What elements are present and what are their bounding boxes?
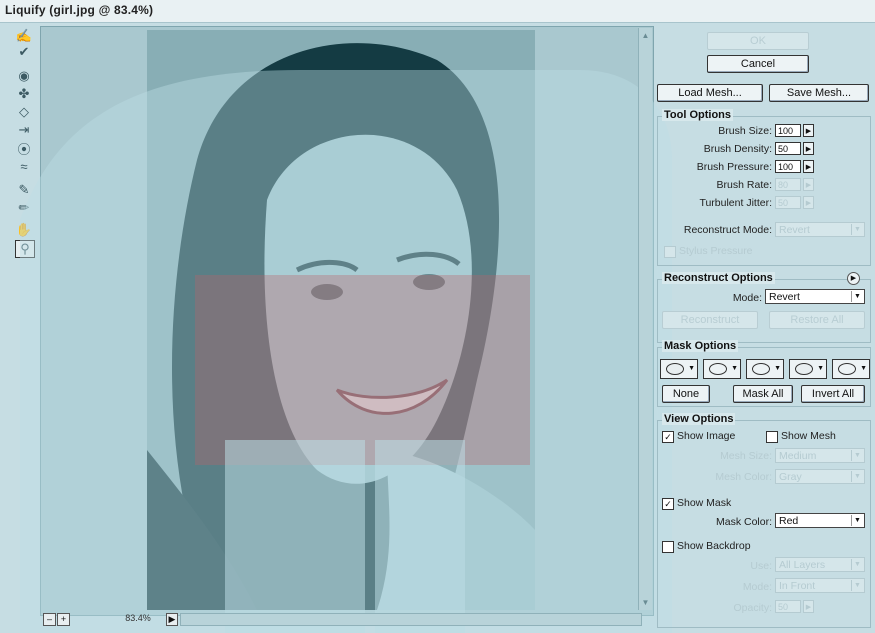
subtract-from-selection-button[interactable]: ▼: [746, 359, 784, 379]
show-backdrop-label: Show Backdrop: [677, 540, 751, 552]
view-options-title: View Options: [662, 413, 736, 425]
zoom-in-button[interactable]: +: [57, 613, 70, 626]
mesh-color-label: Mesh Color:: [715, 471, 772, 483]
use-label: Use:: [750, 560, 772, 572]
zoom-out-button[interactable]: –: [43, 613, 56, 626]
show-mask-label: Show Mask: [677, 497, 732, 509]
mask-color-select[interactable]: Red ▼: [775, 513, 865, 528]
mask-none-button[interactable]: None: [662, 385, 710, 403]
show-backdrop-checkbox[interactable]: [662, 541, 674, 553]
invert-all-button[interactable]: Invert All: [801, 385, 865, 403]
turbulent-jitter-label: Turbulent Jitter:: [699, 197, 772, 209]
brush-size-label: Brush Size:: [718, 125, 772, 137]
turbulent-jitter-field[interactable]: 50: [775, 196, 801, 209]
reconstruct-button[interactable]: Reconstruct: [662, 311, 758, 329]
brush-density-field[interactable]: 50: [775, 142, 801, 155]
chevron-down-icon: ▼: [851, 559, 863, 570]
brush-pressure-field[interactable]: 100: [775, 160, 801, 173]
reconstruct-options-menu-icon[interactable]: ▶: [847, 272, 860, 285]
cancel-button[interactable]: Cancel: [707, 55, 809, 73]
tool-options-group: [657, 116, 871, 266]
save-mesh-button[interactable]: Save Mesh...: [769, 84, 869, 102]
brush-rate-field[interactable]: 80: [775, 178, 801, 191]
backdrop-mode-select[interactable]: In Front ▼: [775, 578, 865, 593]
chevron-down-icon: ▼: [851, 450, 863, 461]
show-image-checkbox[interactable]: ✓: [662, 431, 674, 443]
options-panel: OK Cancel Load Mesh... Save Mesh... Tool…: [652, 24, 875, 633]
brush-density-slider-button[interactable]: ▶: [803, 142, 814, 155]
subtract-selection-icon: [752, 363, 770, 375]
chevron-down-icon: ▼: [851, 515, 863, 526]
invert-selection-icon: [838, 363, 856, 375]
mask-all-button[interactable]: Mask All: [733, 385, 793, 403]
reconstruct-mode-value: Revert: [779, 224, 810, 236]
chevron-down-icon: ▼: [851, 224, 863, 235]
load-mesh-button[interactable]: Load Mesh...: [657, 84, 763, 102]
use-value: All Layers: [779, 559, 826, 571]
arrow-icon: ▼: [860, 365, 867, 372]
scroll-down-icon[interactable]: ▼: [640, 597, 651, 608]
brush-density-label: Brush Density:: [703, 143, 772, 155]
mesh-color-select[interactable]: Gray ▼: [775, 469, 865, 484]
brush-size-field[interactable]: 100: [775, 124, 801, 137]
reconstruct-mode-options-label: Mode:: [732, 292, 762, 304]
arrow-icon: ▼: [774, 365, 781, 372]
opacity-field[interactable]: 50: [775, 600, 801, 613]
mesh-size-select[interactable]: Medium ▼: [775, 448, 865, 463]
mask-options-title: Mask Options: [662, 340, 739, 352]
zoom-level: 83.4%: [125, 613, 151, 623]
opacity-slider-button[interactable]: ▶: [803, 600, 814, 613]
replace-selection-icon: [666, 363, 684, 375]
replace-selection-button[interactable]: ▼: [660, 359, 698, 379]
reconstruct-options-mode-value: Revert: [769, 291, 800, 303]
arrow-icon: ▼: [817, 365, 824, 372]
show-mesh-checkbox[interactable]: [766, 431, 778, 443]
add-to-selection-button[interactable]: ▼: [703, 359, 741, 379]
turbulent-jitter-slider-button[interactable]: ▶: [803, 196, 814, 209]
stylus-pressure-label: Stylus Pressure: [679, 245, 753, 257]
ok-button[interactable]: OK: [707, 32, 809, 50]
mesh-size-label: Mesh Size:: [720, 450, 772, 462]
reconstruct-mode-select[interactable]: Revert ▼: [775, 222, 865, 237]
status-bar: – + 83.4% ▶: [40, 612, 652, 626]
zoom-menu-button[interactable]: ▶: [166, 613, 178, 626]
arrow-icon: ▼: [731, 365, 738, 372]
mesh-size-value: Medium: [779, 450, 817, 462]
intersect-selection-button[interactable]: ▼: [789, 359, 827, 379]
mesh-color-value: Gray: [779, 471, 802, 483]
show-mesh-label: Show Mesh: [781, 430, 836, 442]
mask-color-label: Mask Color:: [715, 516, 772, 528]
restore-all-button[interactable]: Restore All: [769, 311, 865, 329]
brush-rate-slider-button[interactable]: ▶: [803, 178, 814, 191]
chevron-down-icon: ▼: [851, 291, 863, 302]
brush-pressure-label: Brush Pressure:: [696, 161, 772, 173]
reconstruct-mode-label: Reconstruct Mode:: [683, 224, 772, 236]
arrow-icon: ▼: [688, 365, 695, 372]
scroll-up-icon[interactable]: ▲: [640, 30, 651, 41]
add-selection-icon: [709, 363, 727, 375]
show-image-label: Show Image: [677, 430, 736, 442]
brush-pressure-slider-button[interactable]: ▶: [803, 160, 814, 173]
intersect-selection-icon: [795, 363, 813, 375]
stylus-pressure-checkbox[interactable]: [664, 246, 676, 258]
brush-size-slider-button[interactable]: ▶: [803, 124, 814, 137]
tool-options-title: Tool Options: [662, 109, 734, 121]
reconstruct-options-mode-select[interactable]: Revert ▼: [765, 289, 865, 304]
opacity-label: Opacity:: [733, 602, 772, 614]
mask-color-value: Red: [779, 515, 799, 527]
brush-rate-label: Brush Rate:: [716, 179, 772, 191]
backdrop-mode-label: Mode:: [742, 581, 772, 593]
chevron-down-icon: ▼: [851, 580, 863, 591]
invert-selection-button[interactable]: ▼: [832, 359, 870, 379]
backdrop-mode-value: In Front: [779, 580, 816, 592]
show-mask-checkbox[interactable]: ✓: [662, 498, 674, 510]
vertical-scrollbar[interactable]: ▲ ▼: [638, 28, 652, 610]
horizontal-scrollbar[interactable]: [180, 613, 642, 626]
chevron-down-icon: ▼: [851, 471, 863, 482]
use-select[interactable]: All Layers ▼: [775, 557, 865, 572]
reconstruct-options-title: Reconstruct Options: [662, 272, 775, 284]
